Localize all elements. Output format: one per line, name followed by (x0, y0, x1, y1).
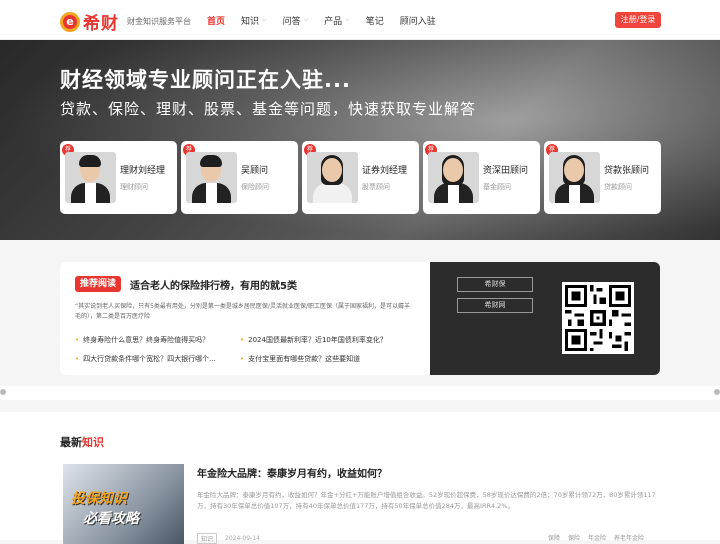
article-tag[interactable]: 养老年金险 (614, 533, 644, 542)
app-download-panel: 希财保 希财网 (430, 262, 660, 375)
qr-code-icon (565, 285, 631, 351)
xicaibao-button[interactable]: 希财保 (457, 277, 533, 292)
thumbnail-text: 必看攻略 (83, 511, 139, 527)
avatar (186, 152, 237, 203)
top-header: e 希财 财金知识服务平台 首页 知识 ⌵ 问答 ⌵ 产品 ⌵ 笔记 顾问入驻 注册/… (0, 0, 720, 40)
advisor-name: 资深田顾问 (483, 166, 529, 176)
nav-label: 知识 (241, 16, 260, 27)
advisor-role: 股票顾问 (362, 183, 390, 191)
hero-subtitle: 贷款、保险、理财、股票、基金等问题，快速获取专业解答 (60, 100, 477, 118)
recommend-link[interactable]: • 2024国债最新利率？近10年国债利率变化？ (240, 335, 387, 345)
article-summary: 年金险大品牌：泰康岁月有约，收益如何？年金+分红+万能账户增值组合收益。52岁现… (197, 491, 656, 510)
article-tag[interactable]: 年金险 (588, 533, 606, 542)
advisor-name: 吴顾问 (241, 166, 269, 176)
recommend-link[interactable]: • 终身寿险什么意思？终身寿险值得买吗？ (75, 335, 209, 345)
avatar (307, 152, 358, 203)
recommend-reading-card: 推荐阅读 适合老人的保险排行榜，有用的就5类 “其实说到老人买保险，只有5类最有… (60, 262, 660, 375)
nav-home[interactable]: 首页 (207, 14, 225, 27)
recommend-title[interactable]: 适合老人的保险排行榜，有用的就5类 (130, 277, 297, 292)
bullet-icon: • (240, 336, 245, 344)
advisor-role: 基金顾问 (483, 183, 511, 191)
main-nav: 首页 知识 ⌵ 问答 ⌵ 产品 ⌵ 笔记 顾问入驻 (207, 0, 452, 40)
advisor-list: 荐 理财刘经理 理财顾问 荐 吴顾问 保险顾问 荐 证券刘经理 股票顾问 荐 资深田顾… (60, 141, 665, 214)
article-tags: 保障 保险 年金险 养老年金险 (540, 533, 644, 542)
carousel-next-icon[interactable] (714, 389, 720, 395)
logo-icon: e (60, 11, 80, 32)
bullet-icon: • (240, 355, 245, 363)
carousel-prev-icon[interactable] (0, 389, 6, 395)
hero-banner: 财经领域专业顾问正在入驻... 贷款、保险、理财、股票、基金等问题，快速获取专业… (0, 40, 720, 240)
nav-advisor-join[interactable]: 顾问入驻 (400, 14, 436, 27)
section-title-highlight: 知识 (82, 436, 104, 449)
nav-label: 顾问入驻 (399, 16, 436, 27)
qr-code (562, 282, 634, 354)
advisor-card[interactable]: 荐 证券刘经理 股票顾问 (302, 141, 419, 214)
logo-text: 希财 (83, 14, 119, 34)
nav-knowledge[interactable]: 知识 ⌵ (241, 14, 267, 27)
advisor-card[interactable]: 荐 贷款张顾问 贷款顾问 (544, 141, 661, 214)
section-divider (0, 386, 720, 400)
advisor-role: 保险顾问 (241, 183, 269, 191)
nav-products[interactable]: 产品 ⌵ (324, 14, 350, 27)
avatar (549, 152, 600, 203)
register-login-button[interactable]: 注册/登录 (615, 12, 661, 28)
chevron-down-icon: ⌵ (262, 16, 267, 23)
nav-label: 问答 (282, 16, 301, 27)
bullet-icon: • (75, 336, 80, 344)
recommend-link[interactable]: • 四大行贷款条件哪个宽松？四大银行哪个... (75, 354, 216, 364)
article-meta: 知识 2024-09-14 (197, 533, 260, 544)
advisor-role: 理财顾问 (120, 183, 148, 191)
link-text: 终身寿险什么意思？终身寿险值得买吗？ (83, 336, 210, 344)
bullet-icon: • (75, 355, 80, 363)
advisor-card[interactable]: 荐 资深田顾问 基金顾问 (423, 141, 540, 214)
nav-label: 首页 (207, 16, 226, 27)
site-slogan: 财金知识服务平台 (127, 17, 191, 26)
nav-label: 产品 (324, 16, 343, 27)
nav-notes[interactable]: 笔记 (366, 14, 384, 27)
avatar (65, 152, 116, 203)
hero-title: 财经领域专业顾问正在入驻... (60, 68, 351, 92)
advisor-name: 理财刘经理 (120, 166, 166, 176)
article-category[interactable]: 知识 (197, 533, 218, 544)
chevron-down-icon: ⌵ (303, 16, 309, 23)
site-logo[interactable]: e 希财 财金知识服务平台 (60, 9, 191, 34)
link-text: 2024国债最新利率？近10年国债利率变化？ (248, 336, 387, 344)
section-title: 最新知识 (60, 434, 104, 450)
advisor-name: 贷款张顾问 (604, 166, 650, 176)
chevron-down-icon: ⌵ (345, 16, 350, 23)
avatar (428, 152, 479, 203)
recommend-link[interactable]: • 支付宝里面有哪些贷款？这些要知道 (240, 354, 360, 364)
recommend-tag: 推荐阅读 (75, 276, 122, 292)
advisor-name: 证券刘经理 (362, 166, 408, 176)
nav-label: 笔记 (365, 16, 384, 27)
link-text: 四大行贷款条件哪个宽松？四大银行哪个... (83, 355, 216, 363)
link-text: 支付宝里面有哪些贷款？这些要知道 (248, 355, 361, 363)
advisor-role: 贷款顾问 (604, 183, 632, 191)
article-thumbnail[interactable]: 投保知识 必看攻略 (63, 464, 184, 544)
recommend-description: “其实说到老人买保险，只有5类最有用处，分别是第一类是城乡居民医保/灵活就业医保… (75, 303, 410, 320)
latest-knowledge-section: 最新知识 投保知识 必看攻略 年金险大品牌：泰康岁月有约，收益如何？ 年金险大品… (0, 412, 720, 544)
advisor-card[interactable]: 荐 吴顾问 保险顾问 (181, 141, 298, 214)
section-title-prefix: 最新 (60, 436, 82, 449)
article-tag[interactable]: 保险 (568, 533, 580, 542)
thumbnail-text: 投保知识 (71, 491, 127, 507)
xicaiwang-button[interactable]: 希财网 (457, 298, 533, 313)
advisor-card[interactable]: 荐 理财刘经理 理财顾问 (60, 141, 177, 214)
nav-qa[interactable]: 问答 ⌵ (283, 14, 309, 27)
article-date: 2024-09-14 (225, 535, 260, 542)
article-tag[interactable]: 保障 (548, 533, 560, 542)
article-title[interactable]: 年金险大品牌：泰康岁月有约，收益如何？ (197, 465, 387, 480)
